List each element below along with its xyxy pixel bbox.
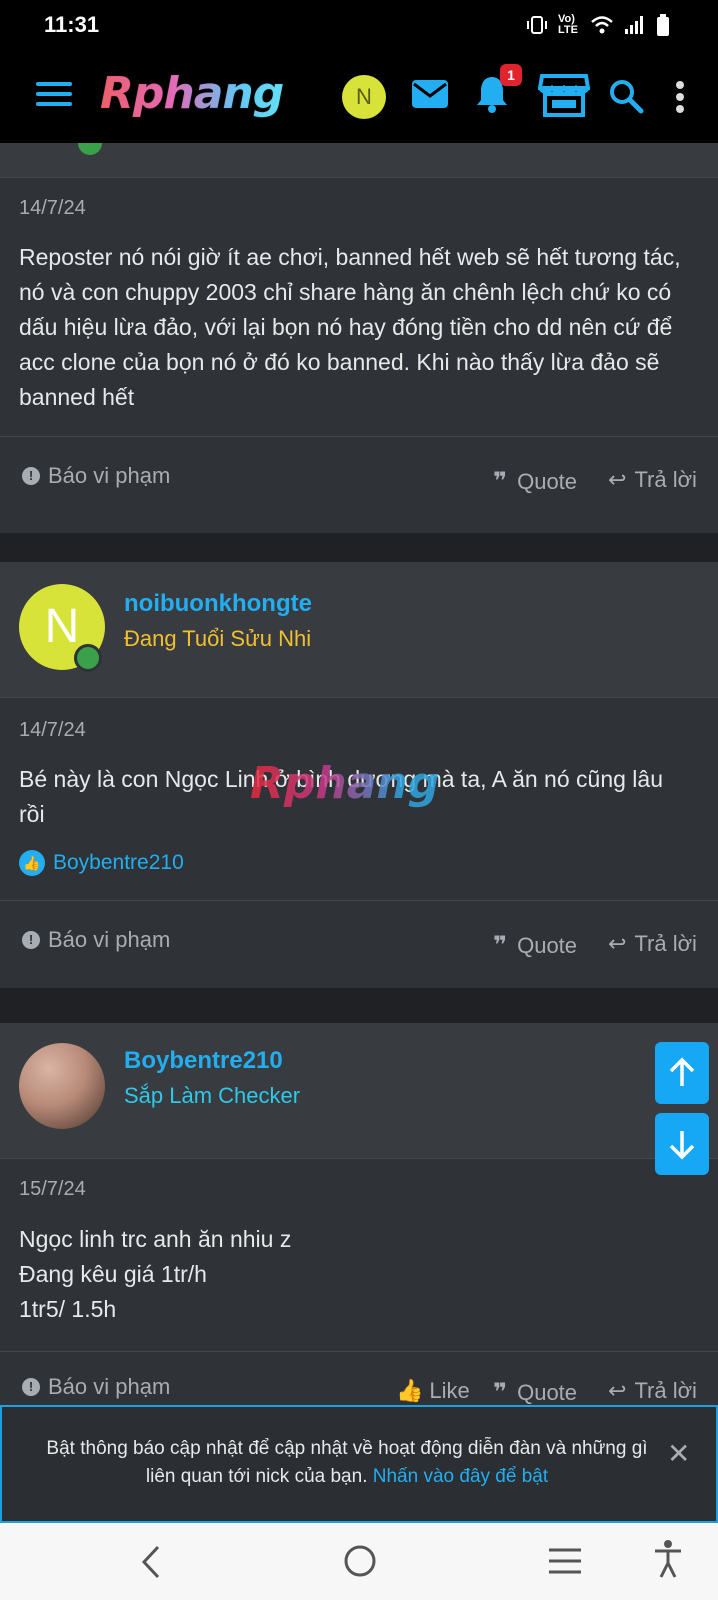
post-2-header: N noibuonkhongte Đang Tuổi Sửu Nhi	[0, 562, 718, 698]
like-label: Like	[429, 1378, 470, 1403]
inbox-icon[interactable]	[410, 78, 450, 110]
arrow-up-icon	[669, 1057, 695, 1086]
reply-label: Trả lời	[634, 1378, 697, 1403]
alert-icon: !	[22, 931, 40, 949]
reply-icon: ↩	[608, 467, 627, 492]
post-3-header: Boybentre210 Sắp Làm Checker	[0, 1023, 718, 1159]
post-body: Reposter nó nói giờ ít ae chơi, banned h…	[19, 244, 681, 410]
notification-badge: 1	[500, 64, 522, 86]
report-button[interactable]: ! Báo vi phạm	[22, 927, 170, 953]
site-logo[interactable]: Rphang	[100, 68, 284, 119]
lte-label: Vo) LTE	[558, 13, 578, 36]
more-options-icon[interactable]	[674, 80, 686, 114]
user-title: Sắp Làm Checker	[124, 1083, 301, 1108]
thread-content[interactable]: 14/7/24 Reposter nó nói giờ ít ae chơi, …	[0, 143, 718, 1405]
home-icon[interactable]	[342, 1543, 378, 1579]
reply-button[interactable]: ↩ Trả lời	[608, 931, 697, 957]
search-icon[interactable]	[608, 78, 644, 114]
reply-button[interactable]: ↩ Trả lời	[608, 1378, 697, 1404]
report-button[interactable]: ! Báo vi phạm	[22, 1374, 170, 1400]
vibrate-icon	[527, 16, 547, 34]
post-1-header	[0, 143, 718, 178]
cell-signal-icon	[625, 16, 643, 34]
post-actions: ! Báo vi phạm ❞ Quote ↩ Trả lời	[0, 900, 718, 986]
account-avatar[interactable]: N	[342, 75, 386, 119]
online-indicator	[78, 143, 102, 155]
wifi-icon	[591, 16, 613, 34]
quote-icon: ❞	[493, 468, 508, 495]
quote-button[interactable]: ❞ Quote	[493, 467, 577, 496]
reply-label: Trả lời	[634, 467, 697, 492]
store-icon[interactable]	[538, 72, 590, 118]
close-icon[interactable]: ✕	[667, 1437, 690, 1470]
avatar[interactable]	[19, 1043, 105, 1129]
reply-button[interactable]: ↩ Trả lời	[608, 467, 697, 493]
banner-text: Bật thông báo cập nhật để cập nhật về ho…	[46, 1438, 648, 1487]
post-date: 14/7/24	[19, 197, 86, 219]
post-date: 15/7/24	[19, 1178, 86, 1200]
quote-icon: ❞	[493, 1379, 508, 1405]
scroll-to-top-button[interactable]	[655, 1042, 709, 1104]
recents-icon[interactable]	[548, 1547, 582, 1575]
reply-icon: ↩	[608, 1378, 627, 1403]
alert-icon: !	[22, 1378, 40, 1396]
user-title: Đang Tuổi Sửu Nhi	[124, 626, 312, 651]
post-date: 14/7/24	[19, 719, 86, 741]
report-button[interactable]: ! Báo vi phạm	[22, 463, 170, 489]
watermark-logo: Rphang	[250, 758, 440, 809]
menu-icon[interactable]	[36, 82, 72, 110]
report-label: Báo vi phạm	[48, 927, 171, 952]
quote-label: Quote	[517, 932, 578, 958]
system-navigation-bar	[0, 1523, 718, 1600]
reply-icon: ↩	[608, 931, 627, 956]
post-1: 14/7/24 Reposter nó nói giờ ít ae chơi, …	[0, 143, 718, 533]
status-bar: 11:31 Vo) LTE	[0, 0, 718, 50]
thumbs-up-icon: 👍	[19, 850, 45, 876]
like-button[interactable]: 👍 Like	[396, 1378, 470, 1404]
reactions[interactable]: 👍 Boybentre210	[19, 850, 184, 876]
quote-button[interactable]: ❞ Quote	[493, 931, 577, 960]
accessibility-icon[interactable]	[652, 1539, 684, 1579]
status-icons: Vo) LTE	[526, 14, 670, 36]
enable-notifications-link[interactable]: Nhấn vào đây để bật	[373, 1466, 548, 1487]
post-body-line-1: Ngọc linh trc anh ăn nhiu z	[19, 1226, 292, 1252]
liked-by-user[interactable]: Boybentre210	[53, 851, 184, 875]
quote-icon: ❞	[493, 932, 508, 959]
post-body-line-3: 1tr5/ 1.5h	[19, 1296, 117, 1322]
quote-label: Quote	[517, 1379, 578, 1405]
post-3: Boybentre210 Sắp Làm Checker 15/7/24 Ngọ…	[0, 1023, 718, 1405]
alert-icon: !	[22, 467, 40, 485]
quote-button[interactable]: ❞ Quote	[493, 1378, 577, 1405]
post-body-line-2: Đang kêu giá 1tr/h	[19, 1261, 207, 1287]
back-icon[interactable]	[136, 1545, 166, 1579]
banner-message: Bật thông báo cập nhật để cập nhật về ho…	[32, 1435, 662, 1491]
online-indicator	[74, 644, 102, 672]
scroll-to-bottom-button[interactable]	[655, 1113, 709, 1175]
username[interactable]: noibuonkhongte	[124, 590, 312, 618]
app-header: Rphang N 1	[0, 50, 718, 143]
thumbs-up-icon: 👍	[396, 1378, 424, 1403]
quote-label: Quote	[517, 468, 578, 494]
report-label: Báo vi phạm	[48, 463, 171, 488]
status-time: 11:31	[44, 12, 100, 37]
push-notification-banner: Bật thông báo cập nhật để cập nhật về ho…	[0, 1405, 718, 1523]
report-label: Báo vi phạm	[48, 1374, 171, 1399]
arrow-down-icon	[669, 1131, 695, 1160]
reply-label: Trả lời	[634, 931, 697, 956]
battery-icon	[657, 14, 669, 36]
username[interactable]: Boybentre210	[124, 1047, 283, 1075]
post-actions: ! Báo vi phạm ❞ Quote ↩ Trả lời	[0, 436, 718, 522]
post-actions: ! Báo vi phạm 👍 Like ❞ Quote ↩ Trả lời	[0, 1351, 718, 1405]
